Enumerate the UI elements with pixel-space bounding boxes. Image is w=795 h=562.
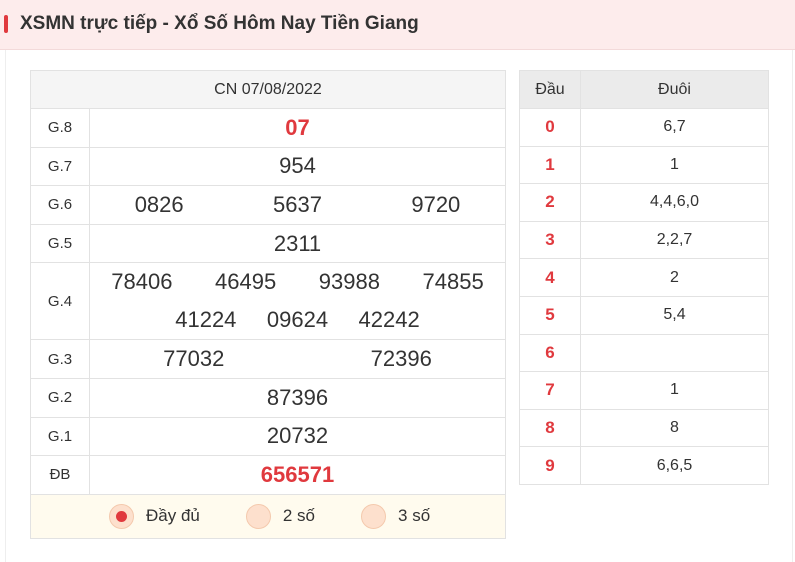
header-accent-bar	[4, 15, 8, 33]
prize-number: 46495	[215, 269, 277, 295]
date-row: CN 07/08/2022	[30, 70, 506, 109]
prize-label: G.3	[30, 339, 90, 379]
filter-row: Đầy đủ 2 số 3 số	[30, 493, 506, 539]
loto-dau: 3	[519, 220, 581, 260]
loto-dau: 5	[519, 295, 581, 335]
loto-dau: 7	[519, 371, 581, 410]
prize-row-special: ĐB 656571	[30, 455, 506, 495]
prize-label: G.7	[30, 146, 90, 187]
loto-duoi: 1	[580, 371, 769, 410]
prize-label: G.8	[30, 108, 90, 148]
filter-label: 3 số	[398, 506, 431, 526]
prize-row-g2: G.2 87396	[30, 377, 506, 418]
prize-number: 954	[279, 153, 316, 179]
loto-row: 6	[519, 333, 769, 373]
prize-label: G.1	[30, 416, 90, 457]
loto-row: 42	[519, 258, 769, 297]
prize-numbers: 87396	[89, 377, 506, 418]
loto-duoi: 1	[580, 145, 769, 185]
prize-label: ĐB	[30, 455, 90, 495]
prize-row-g3: G.3 77032 72396	[30, 339, 506, 379]
prize-row-g7: G.7 954	[30, 146, 506, 187]
loto-row: 9 6,6,5	[519, 446, 769, 485]
radio-icon[interactable]	[245, 503, 271, 529]
draw-date: CN 07/08/2022	[30, 70, 506, 109]
prize-numbers: 0826 5637 9720	[89, 185, 506, 225]
prize-label: G.6	[30, 185, 90, 225]
filter-label: 2 số	[282, 506, 316, 526]
loto-duoi: 6,6,5	[580, 446, 769, 485]
display-filter: Đầy đủ 2 số 3 số	[31, 503, 505, 529]
loto-header-row: Đầu Đuôi	[519, 70, 769, 109]
special-prize-number: 656571	[260, 461, 335, 487]
loto-row: 0 6,7	[519, 108, 769, 147]
result-table: CN 07/08/2022 G.8 07 G.7 954 G.6 0826 56…	[30, 70, 506, 539]
loto-dau: 9	[519, 446, 581, 485]
prize-label: G.5	[30, 223, 90, 264]
prize-number: 42242	[358, 307, 420, 333]
prize-number: 72396	[370, 346, 432, 372]
radio-dot	[116, 510, 127, 522]
loto-duoi: 4,4,6,0	[580, 183, 769, 222]
prize-number: 9720	[411, 191, 461, 217]
loto-row: 71	[519, 371, 769, 410]
prize-row-g1: G.1 20732	[30, 416, 506, 457]
loto-row: 88	[519, 408, 769, 448]
prize-number: 5637	[273, 191, 322, 217]
prize-row-g8: G.8 07	[30, 108, 506, 148]
prize-label: G.4	[30, 262, 90, 341]
prize-numbers: 656571	[89, 455, 506, 495]
loto-duoi: 6,7	[580, 108, 769, 147]
loto-row: 5 5,4	[519, 295, 769, 335]
loto-dau: 4	[519, 258, 581, 297]
prize-numbers: 07	[89, 108, 506, 148]
page-title: XSMN trực tiếp - Xổ Số Hôm Nay Tiền Gian…	[20, 13, 419, 34]
loto-row: 11	[519, 145, 769, 185]
loto-duoi: 8	[580, 408, 769, 448]
loto-duoi: 2	[580, 258, 769, 297]
prize-numbers: 77032 72396	[89, 339, 506, 379]
prize-number: 0826	[134, 191, 184, 217]
header-dau: Đầu	[519, 70, 581, 109]
radio-selected-icon[interactable]	[109, 503, 134, 529]
prize-number: 20732	[266, 423, 329, 449]
loto-dau: 1	[519, 145, 581, 185]
filter-cell: Đầy đủ 2 số 3 số	[30, 493, 506, 539]
prize-number: 09624	[266, 307, 329, 333]
prize-row-g6: G.6 0826 5637 9720	[30, 185, 506, 225]
prize-numbers: 2311	[89, 223, 506, 264]
prize-numbers: 954	[89, 146, 506, 187]
loto-table: Đầu Đuôi 0 6,7 11 2 4,4,6,0 3 2,2,7 42 5 5,4…	[519, 70, 769, 485]
page-header: XSMN trực tiếp - Xổ Số Hôm Nay Tiền Gian…	[0, 0, 795, 50]
loto-row: 3 2,2,7	[519, 220, 769, 260]
header-duoi: Đuôi	[580, 70, 769, 109]
filter-label: Đầy đủ	[146, 506, 200, 526]
loto-dau: 0	[519, 108, 581, 147]
prize-row-g4: G.4 78406 46495 93988 74855 41224 09624 …	[30, 262, 506, 341]
prize-numbers: 78406 46495 93988 74855 41224 09624 4224…	[89, 262, 506, 341]
prize-numbers: 20732	[89, 416, 506, 457]
prize-number: 41224	[175, 307, 237, 333]
loto-duoi: 2,2,7	[580, 220, 769, 260]
filter-option-full[interactable]: Đầy đủ	[109, 503, 200, 529]
prize-number: 2311	[273, 230, 322, 256]
loto-dau: 2	[519, 183, 581, 222]
radio-icon[interactable]	[361, 503, 387, 529]
prize-row-g5: G.5 2311	[30, 223, 506, 264]
filter-option-3-digits[interactable]: 3 số	[361, 503, 431, 529]
prize-number: 87396	[266, 384, 329, 410]
loto-dau: 8	[519, 408, 581, 448]
prize-number: 78406	[111, 269, 173, 295]
prize-number: 77032	[163, 346, 225, 372]
prize-number: 07	[285, 114, 310, 140]
prize-number: 74855	[422, 269, 484, 295]
loto-duoi	[580, 333, 769, 373]
prize-number: 93988	[318, 269, 380, 295]
prize-label: G.2	[30, 377, 90, 418]
loto-dau: 6	[519, 333, 581, 373]
loto-duoi: 5,4	[580, 295, 769, 335]
filter-option-2-digits[interactable]: 2 số	[245, 503, 316, 529]
loto-row: 2 4,4,6,0	[519, 183, 769, 222]
